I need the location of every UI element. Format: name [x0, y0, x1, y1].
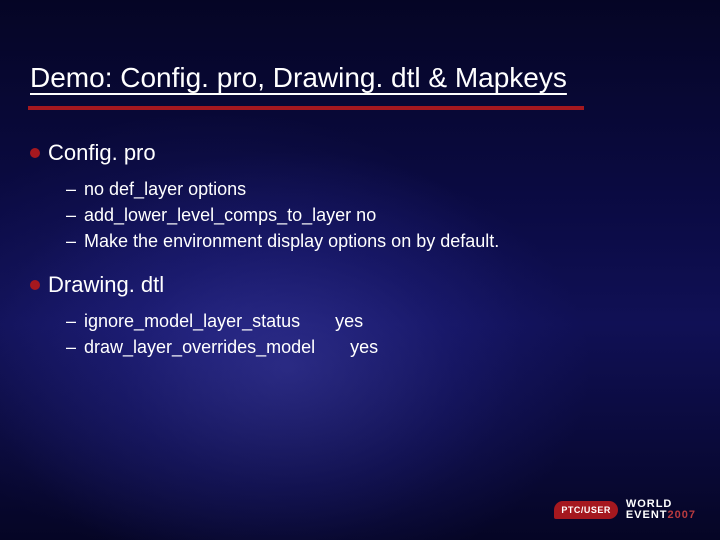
section-heading-text: Drawing. dtl: [48, 272, 164, 298]
dash-icon: –: [66, 228, 76, 254]
list-item-text: no def_layer options: [84, 176, 246, 202]
section-items: – no def_layer options – add_lower_level…: [30, 176, 690, 254]
list-item: – draw_layer_overrides_model yes: [66, 334, 690, 360]
slide-content: Config. pro – no def_layer options – add…: [30, 140, 690, 378]
world-event-line2: EVENT: [626, 509, 668, 521]
world-event-text: WORLD EVENT2007: [626, 499, 696, 522]
ptc-user-badge: PTC/USER: [554, 501, 618, 519]
dash-icon: –: [66, 308, 76, 334]
bullet-icon: [30, 280, 40, 290]
list-item: – no def_layer options: [66, 176, 690, 202]
list-item-text: ignore_model_layer_status yes: [84, 308, 363, 334]
dash-icon: –: [66, 176, 76, 202]
footer-logo: PTC/USER WORLD EVENT2007: [554, 499, 696, 522]
section-items: – ignore_model_layer_status yes – draw_l…: [30, 308, 690, 360]
world-event-year: 2007: [668, 509, 696, 521]
slide: Demo: Config. pro, Drawing. dtl & Mapkey…: [0, 0, 720, 540]
slide-title: Demo: Config. pro, Drawing. dtl & Mapkey…: [30, 62, 567, 94]
list-item: – add_lower_level_comps_to_layer no: [66, 202, 690, 228]
title-underline-rule: [28, 106, 584, 110]
list-item-text: draw_layer_overrides_model yes: [84, 334, 378, 360]
list-item: – ignore_model_layer_status yes: [66, 308, 690, 334]
list-item-text: add_lower_level_comps_to_layer no: [84, 202, 376, 228]
bullet-icon: [30, 148, 40, 158]
section-config-pro: Config. pro – no def_layer options – add…: [30, 140, 690, 254]
list-item: – Make the environment display options o…: [66, 228, 690, 254]
dash-icon: –: [66, 334, 76, 360]
dash-icon: –: [66, 202, 76, 228]
section-drawing-dtl: Drawing. dtl – ignore_model_layer_status…: [30, 272, 690, 360]
list-item-text: Make the environment display options on …: [84, 228, 499, 254]
section-heading: Config. pro: [30, 140, 690, 166]
section-heading-text: Config. pro: [48, 140, 156, 166]
section-heading: Drawing. dtl: [30, 272, 690, 298]
